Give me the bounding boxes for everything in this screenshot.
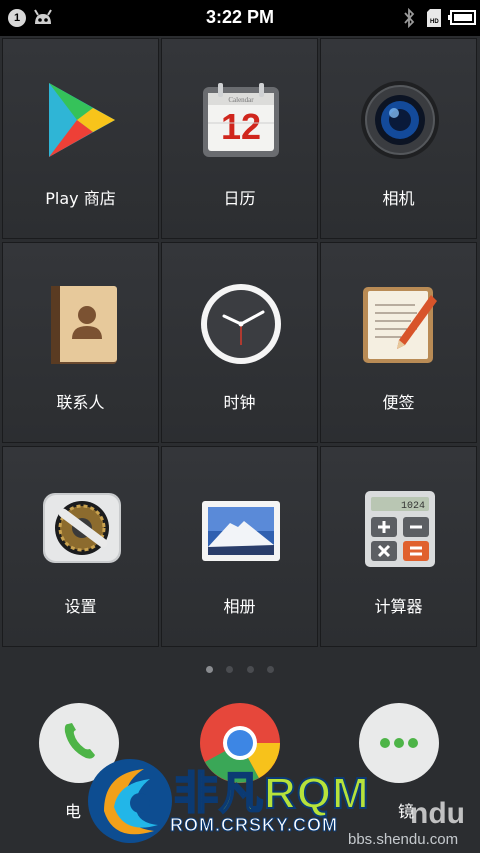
app-gallery[interactable]: 相册 [161,446,318,647]
app-label: 设置 [64,597,97,616]
calendar-icon: Calendar 12 [203,83,279,157]
watermark-logo-icon [88,759,172,843]
page-dot[interactable] [226,666,234,673]
battery-icon [448,10,476,25]
settings-icon [43,493,121,563]
page-dot[interactable] [246,666,254,673]
calendar-icon-day: 12 [221,106,261,147]
app-camera[interactable]: 相机 [320,38,477,239]
watermark: 非凡RQM ROM.CRSKY.COM ndu bbs.shendu.com [84,745,480,853]
app-notes[interactable]: 便签 [320,242,477,443]
calendar-icon-caption: Calendar [228,96,254,104]
watermark-site: bbs.shendu.com [348,831,459,848]
watermark-subtitle: ROM.CRSKY.COM [169,815,339,836]
app-label: Play 商店 [45,189,116,208]
app-label: 计算器 [374,597,423,616]
clock-icon [201,284,281,364]
svg-text:HD: HD [430,19,439,25]
app-calendar[interactable]: Calendar 12 日历 [161,38,318,239]
app-label: 便签 [382,393,415,412]
calculator-icon: 1024 [365,491,435,567]
page-dot[interactable] [266,666,274,673]
bluetooth-icon [404,8,415,28]
contacts-icon [51,286,117,364]
app-clock[interactable]: 时钟 [161,242,318,443]
gallery-icon [202,501,280,561]
camera-icon [361,81,439,159]
status-bar: 1 3:22 PM HD [0,0,480,36]
app-contacts[interactable]: 联系人 [2,242,159,443]
app-calculator[interactable]: 1024 计算器 [320,446,477,647]
watermark-brand: ndu [410,797,465,830]
app-label: 联系人 [56,393,105,412]
notes-icon [363,287,437,363]
app-label: 日历 [223,189,256,208]
page-dot-active[interactable] [206,666,214,673]
app-label: 相册 [223,597,256,616]
app-label: 时钟 [223,393,256,412]
play-store-icon [49,83,115,157]
app-settings[interactable]: 设置 [2,446,159,647]
app-grid: Play 商店 Calendar 12 日历 相机 联系人 时钟 便签 设置 相… [0,36,480,648]
dock-label-phone: 电 [65,802,82,821]
app-play-store[interactable]: Play 商店 [2,38,159,239]
sd-card-icon: HD [427,9,441,27]
watermark-title: 非凡RQM [173,768,370,819]
calculator-display: 1024 [401,501,425,512]
app-label: 相机 [382,189,415,208]
page-indicator [0,658,480,677]
